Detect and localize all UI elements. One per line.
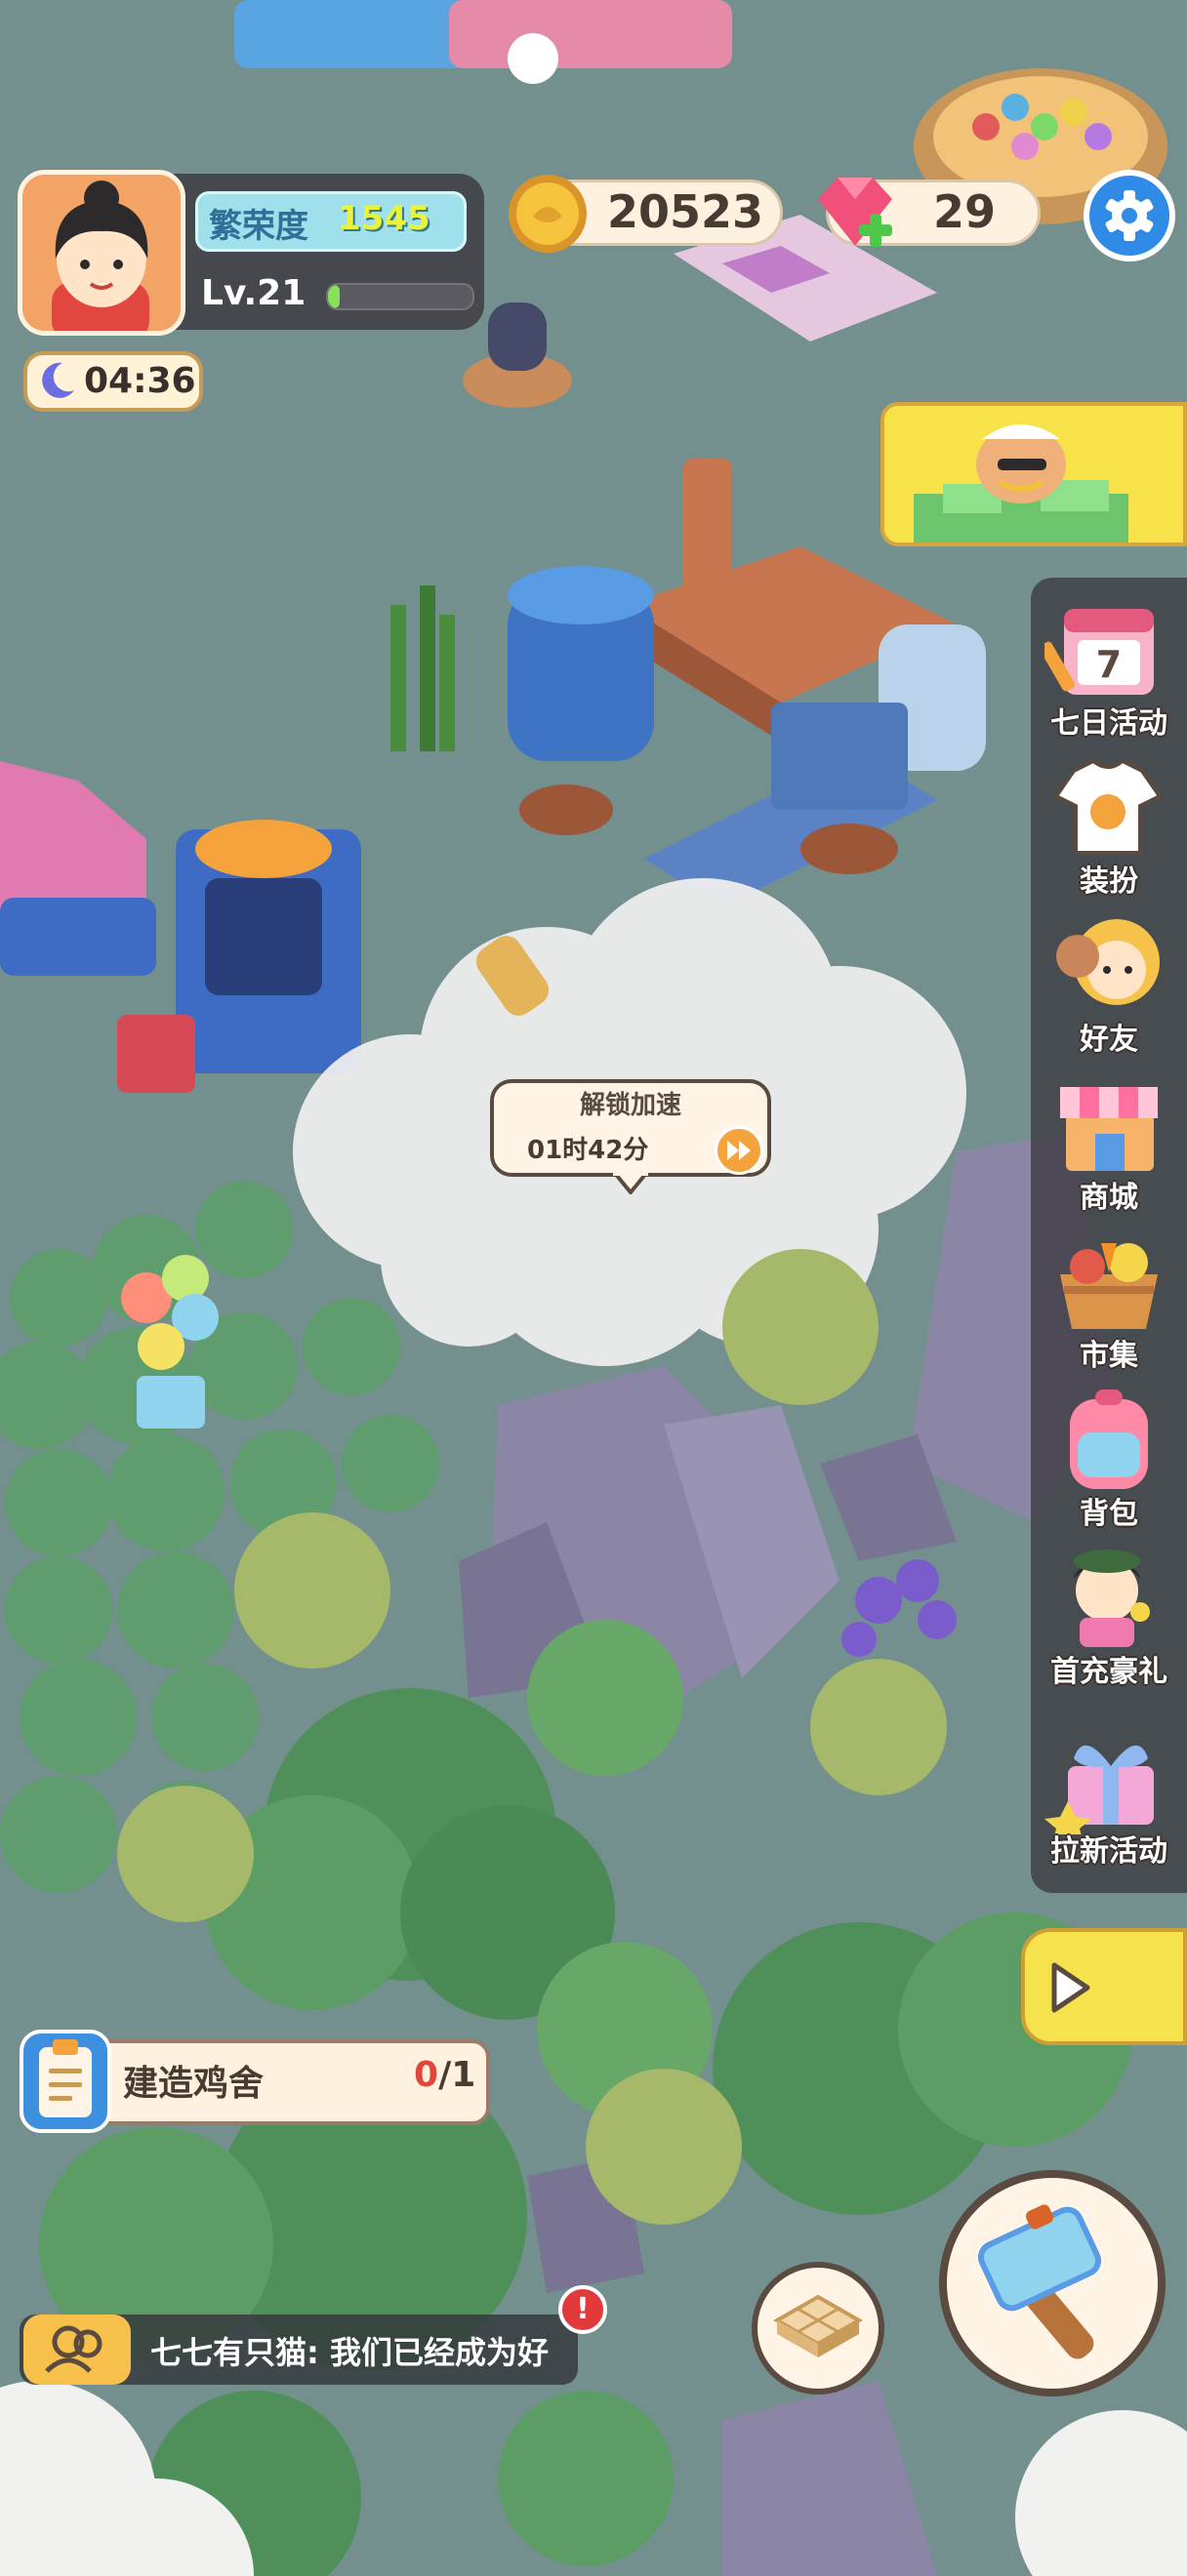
rich-cat-promo-art [914,424,1128,543]
night-timer-text: 04:36 [84,361,196,401]
menu-label: 首充豪礼 [1050,1655,1167,1689]
gem-plus-icon[interactable] [808,170,902,258]
menu-market[interactable]: 市集 [1031,1224,1187,1384]
gem-amount: 29 [933,185,997,238]
alert-badge[interactable]: ! [558,2285,607,2334]
clipboard-icon [39,2039,92,2117]
coin-icon [509,175,587,253]
svg-text:7: 7 [1096,643,1122,686]
chat-button[interactable] [23,2314,131,2385]
menu-label: 商城 [1080,1181,1138,1215]
tile-icon [772,2294,864,2357]
quest-clipboard-button[interactable] [20,2030,111,2133]
floor-tile-button[interactable] [752,2262,884,2395]
backpack-icon [1070,1389,1148,1489]
avatar[interactable] [18,170,185,336]
expand-side-button[interactable] [1021,1928,1187,2045]
level-progress-bar [326,283,474,310]
play-arrow-icon [1051,1962,1090,2013]
friends-chat-icon [45,2325,102,2373]
shop-icon [1060,1087,1158,1171]
menu-shop[interactable]: 商城 [1031,1066,1187,1226]
menu-label: 市集 [1080,1339,1138,1373]
unlock-title: 解锁加速 [579,1091,681,1120]
menu-seven-day-event[interactable]: 7 七日活动 [1031,591,1187,751]
menu-backpack[interactable]: 背包 [1031,1382,1187,1542]
promo-banner[interactable] [880,402,1187,546]
speed-up-button[interactable] [715,1126,763,1175]
coin-amount: 20523 [607,185,764,238]
bubble-pointer [613,1171,648,1194]
prosperity-label: 繁荣度 [209,207,308,246]
moon-icon [42,362,74,398]
menu-label: 七日活动 [1050,706,1167,741]
fast-forward-icon [727,1141,751,1160]
menu-label: 装扮 [1080,865,1138,899]
friend-icon [1056,919,1160,1005]
chat-message: 七七有只猫: 我们已经成为好 [150,2334,549,2371]
level-progress-fill [328,285,340,308]
menu-dress-up[interactable]: 装扮 [1031,749,1187,909]
quest-progress: 0/1 [414,2055,475,2095]
menu-label: 背包 [1080,1497,1138,1531]
quest-progress-total: /1 [438,2055,476,2095]
gear-icon [1105,190,1154,241]
calendar-icon: 7 [1044,609,1154,695]
build-hammer-button[interactable] [939,2170,1166,2396]
shirt-icon [1053,758,1163,855]
player-portrait [22,175,181,331]
quest-name: 建造鸡舍 [123,2064,265,2104]
unlock-remaining-time: 01时42分 [527,1136,649,1165]
settings-button[interactable] [1084,170,1175,262]
menu-label: 拉新活动 [1050,1834,1167,1869]
menu-label: 好友 [1080,1023,1138,1057]
hammer-icon [977,2204,1102,2359]
first-recharge-icon [1074,1550,1150,1647]
gift-box-icon [1044,1745,1154,1834]
menu-invite-event[interactable]: 拉新活动 [1031,1719,1187,1879]
menu-friends[interactable]: 好友 [1031,907,1187,1067]
menu-first-recharge[interactable]: 首充豪礼 [1031,1540,1187,1700]
player-level: Lv.21 [201,273,307,313]
market-basket-icon [1060,1243,1158,1329]
prosperity-value: 1545 [338,199,430,238]
quest-progress-done: 0 [414,2055,439,2095]
